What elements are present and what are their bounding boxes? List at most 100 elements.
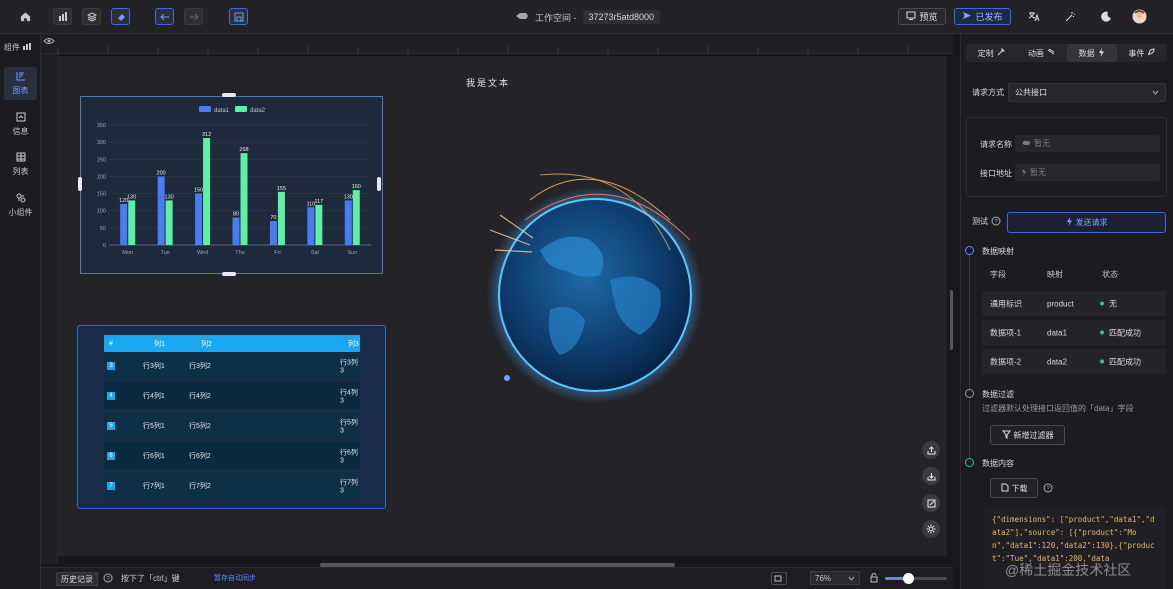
share-icon[interactable]: [922, 441, 940, 459]
bar: [344, 200, 352, 245]
edit-icon[interactable]: [922, 494, 940, 512]
publish-label: 已发布: [975, 12, 1003, 22]
save-icon[interactable]: [229, 8, 248, 25]
tab-custom[interactable]: 定制: [966, 44, 1016, 62]
resize-handle-left[interactable]: [78, 177, 82, 191]
canvas-scrollbar-vertical[interactable]: [950, 290, 953, 350]
chart-toggle-icon[interactable]: [53, 8, 72, 25]
table-row[interactable]: 4 行4列1 行4列2 行4列3: [104, 382, 360, 409]
help-icon[interactable]: ?: [103, 573, 113, 585]
import-icon[interactable]: [922, 467, 940, 485]
add-filter-button[interactable]: 新增过滤器: [990, 425, 1065, 445]
resize-handle-top[interactable]: [222, 93, 236, 97]
lock-icon[interactable]: [870, 573, 878, 585]
bar: [165, 200, 173, 245]
mapping-row: 数据项-1 data1 匹配成功: [982, 320, 1166, 345]
bar: [240, 153, 248, 245]
help-icon[interactable]: ?: [991, 216, 1001, 228]
table-cell: 行3列1: [143, 362, 165, 370]
table-component[interactable]: # 列1 列2 列3 3 行3列1 行3列2 行3列3 4 行4列1 行4列2 …: [77, 325, 386, 509]
horizontal-ruler: [41, 34, 953, 54]
bar: [352, 190, 360, 245]
info-icon: [16, 112, 26, 124]
avatar[interactable]: [1131, 8, 1147, 25]
preview-label: 预览: [919, 12, 938, 22]
api-address-label: 接口地址: [980, 169, 1012, 178]
globe-component[interactable]: [470, 160, 720, 410]
sidebar-item-widget[interactable]: 小组件: [4, 189, 37, 222]
zoom-value: 76%: [815, 573, 832, 583]
table-cell: 行5列3: [340, 419, 358, 434]
zoom-select[interactable]: 76%: [810, 571, 860, 585]
home-icon[interactable]: [18, 8, 33, 25]
y-tick-label: 0: [103, 243, 106, 249]
rocket-icon: [1147, 48, 1155, 58]
y-tick-label: 200: [97, 174, 106, 180]
dark-mode-icon[interactable]: [1099, 8, 1113, 25]
help-icon[interactable]: ?: [1043, 483, 1053, 495]
zoom-slider[interactable]: [885, 573, 947, 584]
tools-icon: [997, 47, 1005, 58]
vertical-ruler: [41, 54, 58, 564]
status-dot: [1100, 330, 1104, 335]
request-method-select[interactable]: 公共接口: [1008, 83, 1166, 102]
y-tick-label: 100: [97, 209, 106, 215]
bar-chart-component[interactable]: data1 data2 0 50 100 150 200 250 300 350 Mon 120 130…: [80, 96, 383, 274]
publish-button[interactable]: 已发布: [954, 8, 1011, 25]
tab-label: 定制: [977, 48, 994, 58]
minimap-toggle-icon[interactable]: [771, 572, 787, 585]
magic-wand-icon[interactable]: [1063, 8, 1077, 25]
table-row[interactable]: 5 行5列1 行5列2 行5列3: [104, 412, 360, 439]
resize-handle-bottom[interactable]: [222, 272, 236, 276]
mapping-field: 数据项-2: [990, 357, 1022, 366]
request-name-input[interactable]: 暂无: [1015, 135, 1160, 152]
api-address-input[interactable]: 暂无: [1015, 164, 1160, 181]
theme-color-icon[interactable]: [111, 8, 130, 25]
steps-line: [969, 255, 970, 390]
content-title: 数据内容: [982, 459, 1014, 468]
mapping-row: 通用标识 product 无: [982, 291, 1166, 316]
data-label: 200: [157, 170, 166, 176]
y-tick-label: 300: [97, 140, 106, 146]
bar: [269, 221, 277, 245]
undo-icon[interactable]: [155, 8, 174, 25]
tab-event[interactable]: 事件: [1117, 44, 1167, 62]
settings-icon[interactable]: [922, 520, 940, 538]
watermark: @稀土掘金技术社区: [1005, 562, 1132, 578]
canvas-text-component[interactable]: 我是文本: [466, 76, 510, 89]
request-config-box: [966, 117, 1167, 197]
table-row[interactable]: 7 行7列1 行7列2 行7列3: [104, 472, 360, 499]
bar: [128, 200, 136, 245]
layers-icon[interactable]: [82, 8, 101, 25]
sidebar-item-list[interactable]: 列表: [4, 148, 37, 181]
table-row[interactable]: 6 行6列1 行6列2 行6列3: [104, 442, 360, 469]
tab-animation[interactable]: 动画: [1016, 44, 1066, 62]
download-button[interactable]: 下载: [990, 478, 1038, 498]
add-filter-label: 新增过滤器: [1013, 430, 1054, 440]
test-label: 测试: [972, 217, 988, 226]
redo-icon[interactable]: [184, 8, 203, 25]
mapping-header-map: 映射: [1047, 270, 1063, 279]
bar-chart-icon[interactable]: [23, 43, 31, 52]
chevron-down-icon: [848, 574, 855, 583]
send-request-button[interactable]: 发送请求: [1007, 212, 1166, 233]
mapping-field: 通用标识: [990, 299, 1022, 308]
table-row[interactable]: 3 行3列1 行3列2 行3列3: [104, 352, 360, 379]
resize-handle-right[interactable]: [377, 177, 381, 191]
history-button[interactable]: 历史记录: [56, 572, 98, 586]
send-request-label: 发送请求: [1075, 218, 1108, 227]
row-index: 6: [107, 451, 115, 460]
tab-data[interactable]: 数据: [1066, 44, 1117, 62]
preview-button[interactable]: 预览: [898, 8, 946, 25]
request-name-value: 暂无: [1034, 139, 1050, 148]
filter-title: 数据过滤: [982, 390, 1014, 399]
sidebar-item-chart[interactable]: 图表: [4, 67, 37, 100]
bolt-icon: [1021, 167, 1027, 178]
sidebar-item-info[interactable]: 信息: [4, 108, 37, 141]
request-method-label: 请求方式: [972, 88, 1004, 97]
eye-icon[interactable]: [43, 37, 55, 47]
workspace-id[interactable]: 37273r5atd8000: [582, 10, 661, 24]
zoom-slider-thumb[interactable]: [903, 573, 914, 584]
language-icon[interactable]: [1027, 8, 1041, 25]
x-tick-label: Sun: [347, 250, 357, 256]
